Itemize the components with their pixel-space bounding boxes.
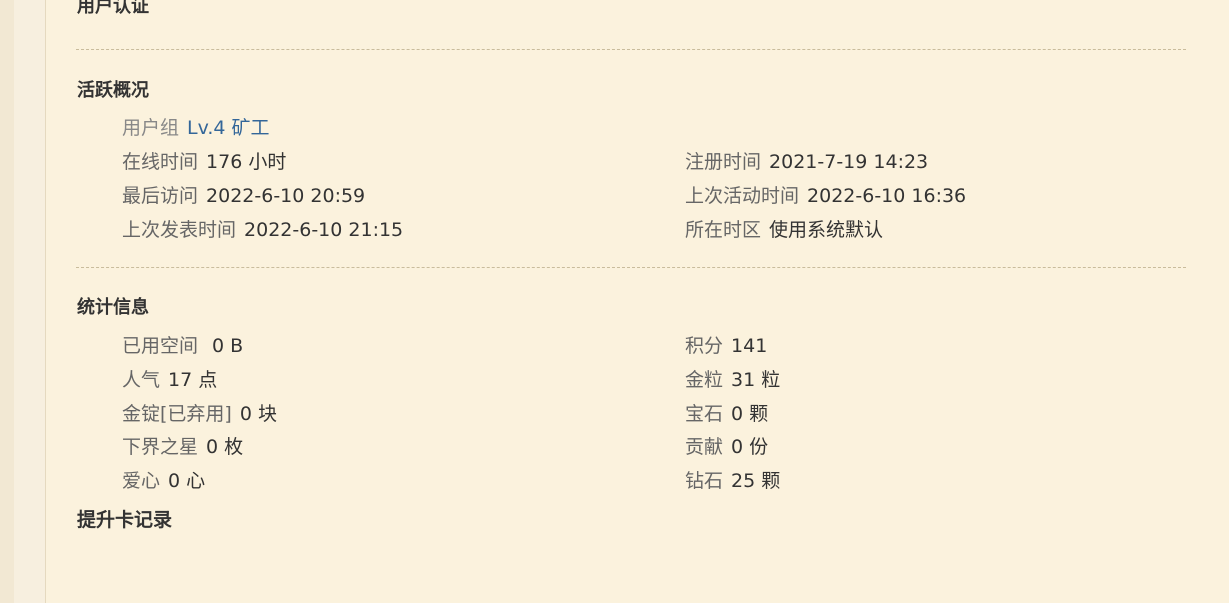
- space-value: 0 B: [206, 335, 244, 357]
- contribution-value: 0 份: [731, 436, 769, 458]
- profile-panel: [45, 0, 1229, 603]
- last-active-row: 上次活动时间 2022-6-10 16:36: [685, 184, 966, 208]
- love-label: 爱心: [122, 470, 161, 492]
- points-row: 积分 141: [685, 334, 767, 358]
- diamond-value: 25 颗: [731, 470, 781, 492]
- gem-label: 宝石: [685, 403, 724, 425]
- divider-2: [76, 267, 1186, 268]
- nether-star-value: 0 枚: [206, 436, 244, 458]
- last-visit-value: 2022-6-10 20:59: [206, 185, 366, 207]
- points-label: 积分: [685, 335, 724, 357]
- user-group-link[interactable]: Lv.4 矿工: [187, 117, 270, 139]
- popularity-label: 人气: [122, 369, 161, 391]
- gold-nugget-value: 31 粒: [731, 369, 781, 391]
- ingot-label: 金锭[已弃用]: [122, 403, 232, 425]
- contribution-row: 贡献 0 份: [685, 435, 768, 459]
- ingot-value: 0 块: [239, 403, 277, 425]
- promotion-card-record-title: 提升卡记录: [77, 509, 173, 531]
- nether-star-label: 下界之星: [122, 436, 199, 458]
- points-value: 141: [731, 335, 768, 357]
- gold-nugget-label: 金粒: [685, 369, 724, 391]
- user-group-label: 用户组: [122, 117, 180, 139]
- popularity-row: 人气 17 点: [122, 368, 217, 392]
- section-title-stats: 统计信息: [77, 297, 149, 318]
- gold-nugget-row: 金粒 31 粒: [685, 368, 780, 392]
- online-time-value: 176 小时: [206, 151, 287, 173]
- last-visit-label: 最后访问: [122, 185, 199, 207]
- last-visit-row: 最后访问 2022-6-10 20:59: [122, 184, 365, 208]
- timezone-label: 所在时区: [685, 219, 762, 241]
- last-active-value: 2022-6-10 16:36: [807, 185, 967, 207]
- register-time-value: 2021-7-19 14:23: [769, 151, 929, 173]
- user-group-row: 用户组 Lv.4 矿工: [122, 116, 270, 140]
- popularity-value: 17 点: [168, 369, 218, 391]
- register-time-row: 注册时间 2021-7-19 14:23: [685, 150, 928, 174]
- section-title-auth: 用户认证: [77, 0, 149, 17]
- online-time-label: 在线时间: [122, 151, 199, 173]
- left-gutter: [0, 0, 14, 603]
- last-active-label: 上次活动时间: [685, 185, 800, 207]
- space-label: 已用空间: [122, 335, 199, 357]
- last-post-value: 2022-6-10 21:15: [244, 219, 404, 241]
- online-time-row: 在线时间 176 小时: [122, 150, 286, 174]
- last-post-row: 上次发表时间 2022-6-10 21:15: [122, 218, 403, 242]
- love-value: 0 心: [168, 470, 206, 492]
- last-post-label: 上次发表时间: [122, 219, 237, 241]
- diamond-row: 钻石 25 颗: [685, 469, 780, 493]
- divider-1: [76, 49, 1186, 50]
- gem-value: 0 颗: [731, 403, 769, 425]
- timezone-value: 使用系统默认: [769, 219, 884, 241]
- love-row: 爱心 0 心: [122, 469, 205, 493]
- nether-star-row: 下界之星 0 枚: [122, 435, 243, 459]
- contribution-label: 贡献: [685, 436, 724, 458]
- space-row: 已用空间 0 B: [122, 334, 243, 358]
- timezone-row: 所在时区 使用系统默认: [685, 218, 883, 242]
- ingot-row: 金锭[已弃用] 0 块: [122, 402, 277, 426]
- section-title-activity: 活跃概况: [77, 80, 149, 101]
- gem-row: 宝石 0 颗: [685, 402, 768, 426]
- register-time-label: 注册时间: [685, 151, 762, 173]
- diamond-label: 钻石: [685, 470, 724, 492]
